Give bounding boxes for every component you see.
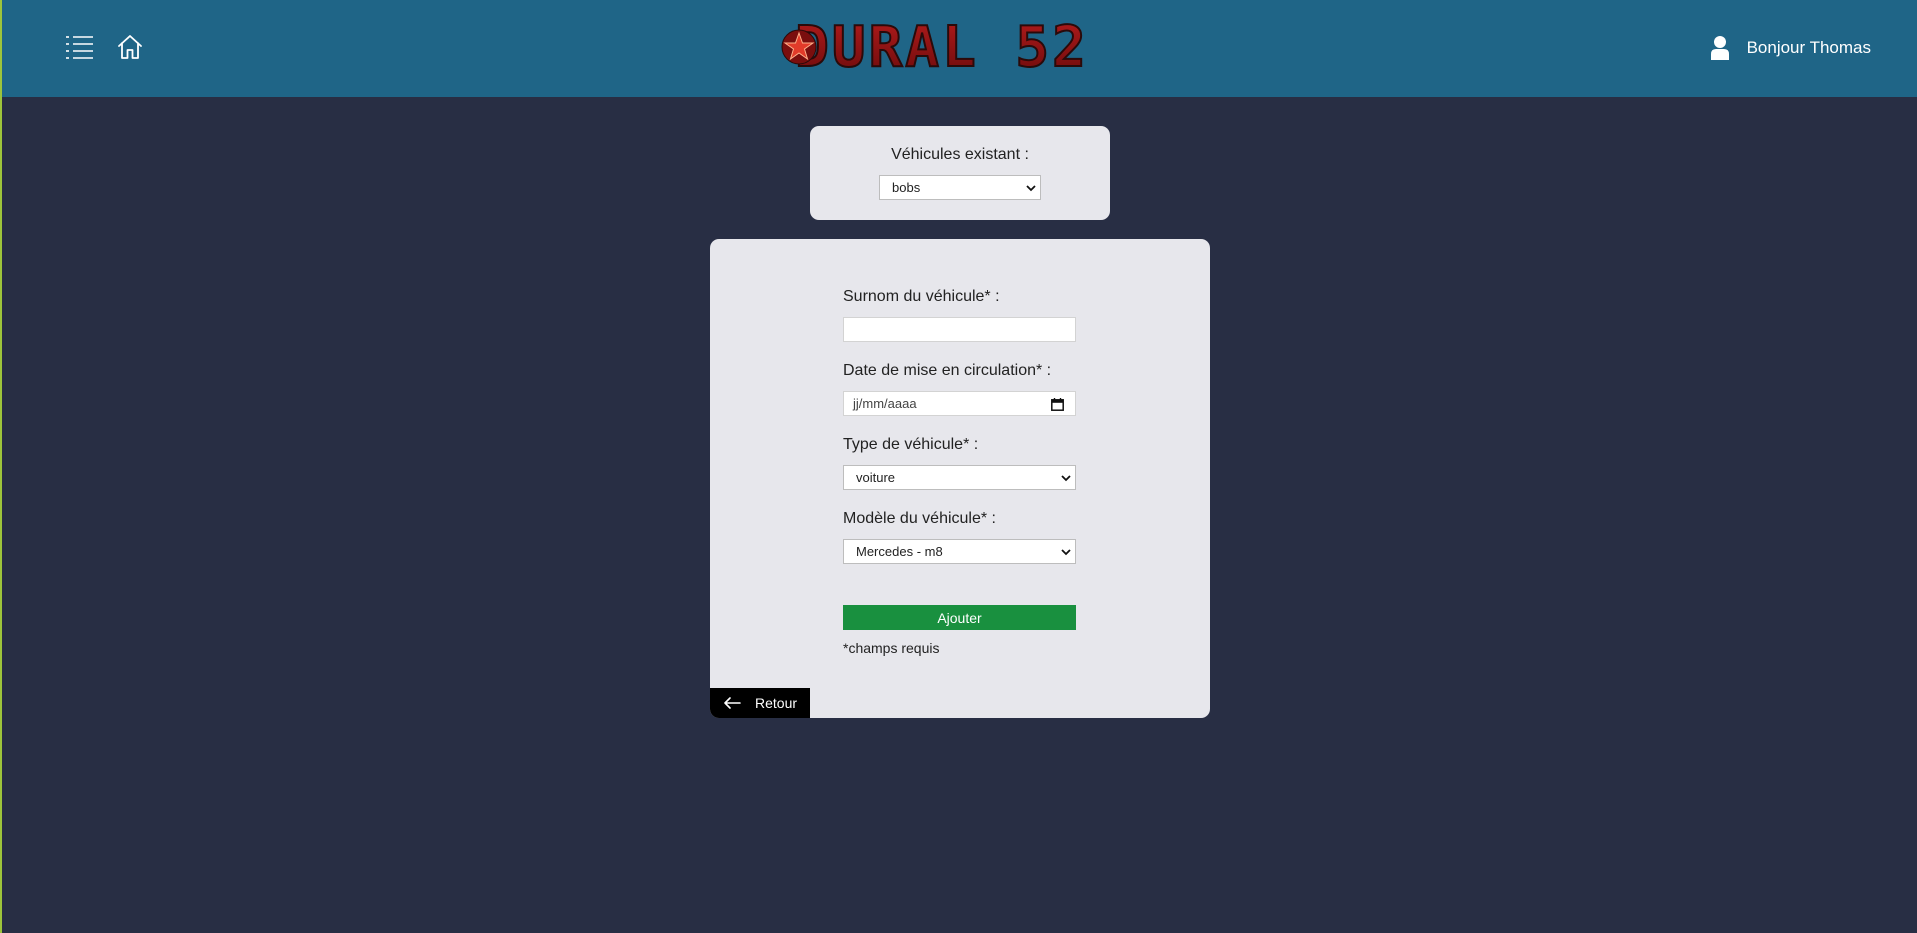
date-input[interactable]: jj/mm/aaaa (843, 391, 1076, 416)
type-label: Type de véhicule* : (843, 436, 979, 453)
add-button[interactable]: Ajouter (843, 605, 1076, 630)
required-fields-note: *champs requis (843, 640, 940, 656)
back-button[interactable]: Retour (710, 688, 810, 718)
date-label: Date de mise en circulation* : (843, 362, 1052, 379)
left-edge-accent (0, 0, 2, 933)
model-selected: Mercedes - m8 (856, 544, 943, 559)
existing-vehicles-panel: Véhicules existant : bobs (810, 126, 1110, 220)
calendar-icon (1051, 398, 1064, 411)
menu-icon[interactable] (66, 34, 94, 60)
existing-vehicles-label: Véhicules existant : (891, 146, 1029, 163)
nickname-label: Surnom du véhicule* : (843, 288, 1000, 305)
star-icon (781, 29, 817, 65)
greeting-text: Bonjour Thomas (1746, 38, 1871, 57)
type-select[interactable]: voiture (843, 465, 1076, 490)
site-logo[interactable]: DURAL 52 (774, 14, 1110, 81)
logo-text: DURAL 52 (795, 18, 1089, 76)
nickname-input[interactable] (843, 317, 1076, 342)
home-icon[interactable] (116, 33, 144, 61)
back-label: Retour (755, 695, 798, 711)
arrow-left-icon (724, 697, 741, 709)
type-selected: voiture (856, 470, 896, 485)
existing-vehicles-select[interactable]: bobs (879, 175, 1041, 200)
model-select[interactable]: Mercedes - m8 (843, 539, 1076, 564)
existing-vehicles-selected: bobs (892, 180, 921, 195)
chevron-down-icon (1026, 184, 1036, 191)
add-vehicle-form: Surnom du véhicule* : Date de mise en ci… (710, 239, 1210, 718)
date-placeholder: jj/mm/aaaa (853, 396, 917, 411)
model-label: Modèle du véhicule* : (843, 510, 996, 527)
top-bar: DURAL 52 Bonjour Thomas (2, 0, 1917, 97)
user-greeting[interactable]: Bonjour Thomas (1710, 34, 1871, 62)
chevron-down-icon (1061, 548, 1071, 555)
chevron-down-icon (1061, 474, 1071, 481)
user-icon (1710, 35, 1730, 61)
